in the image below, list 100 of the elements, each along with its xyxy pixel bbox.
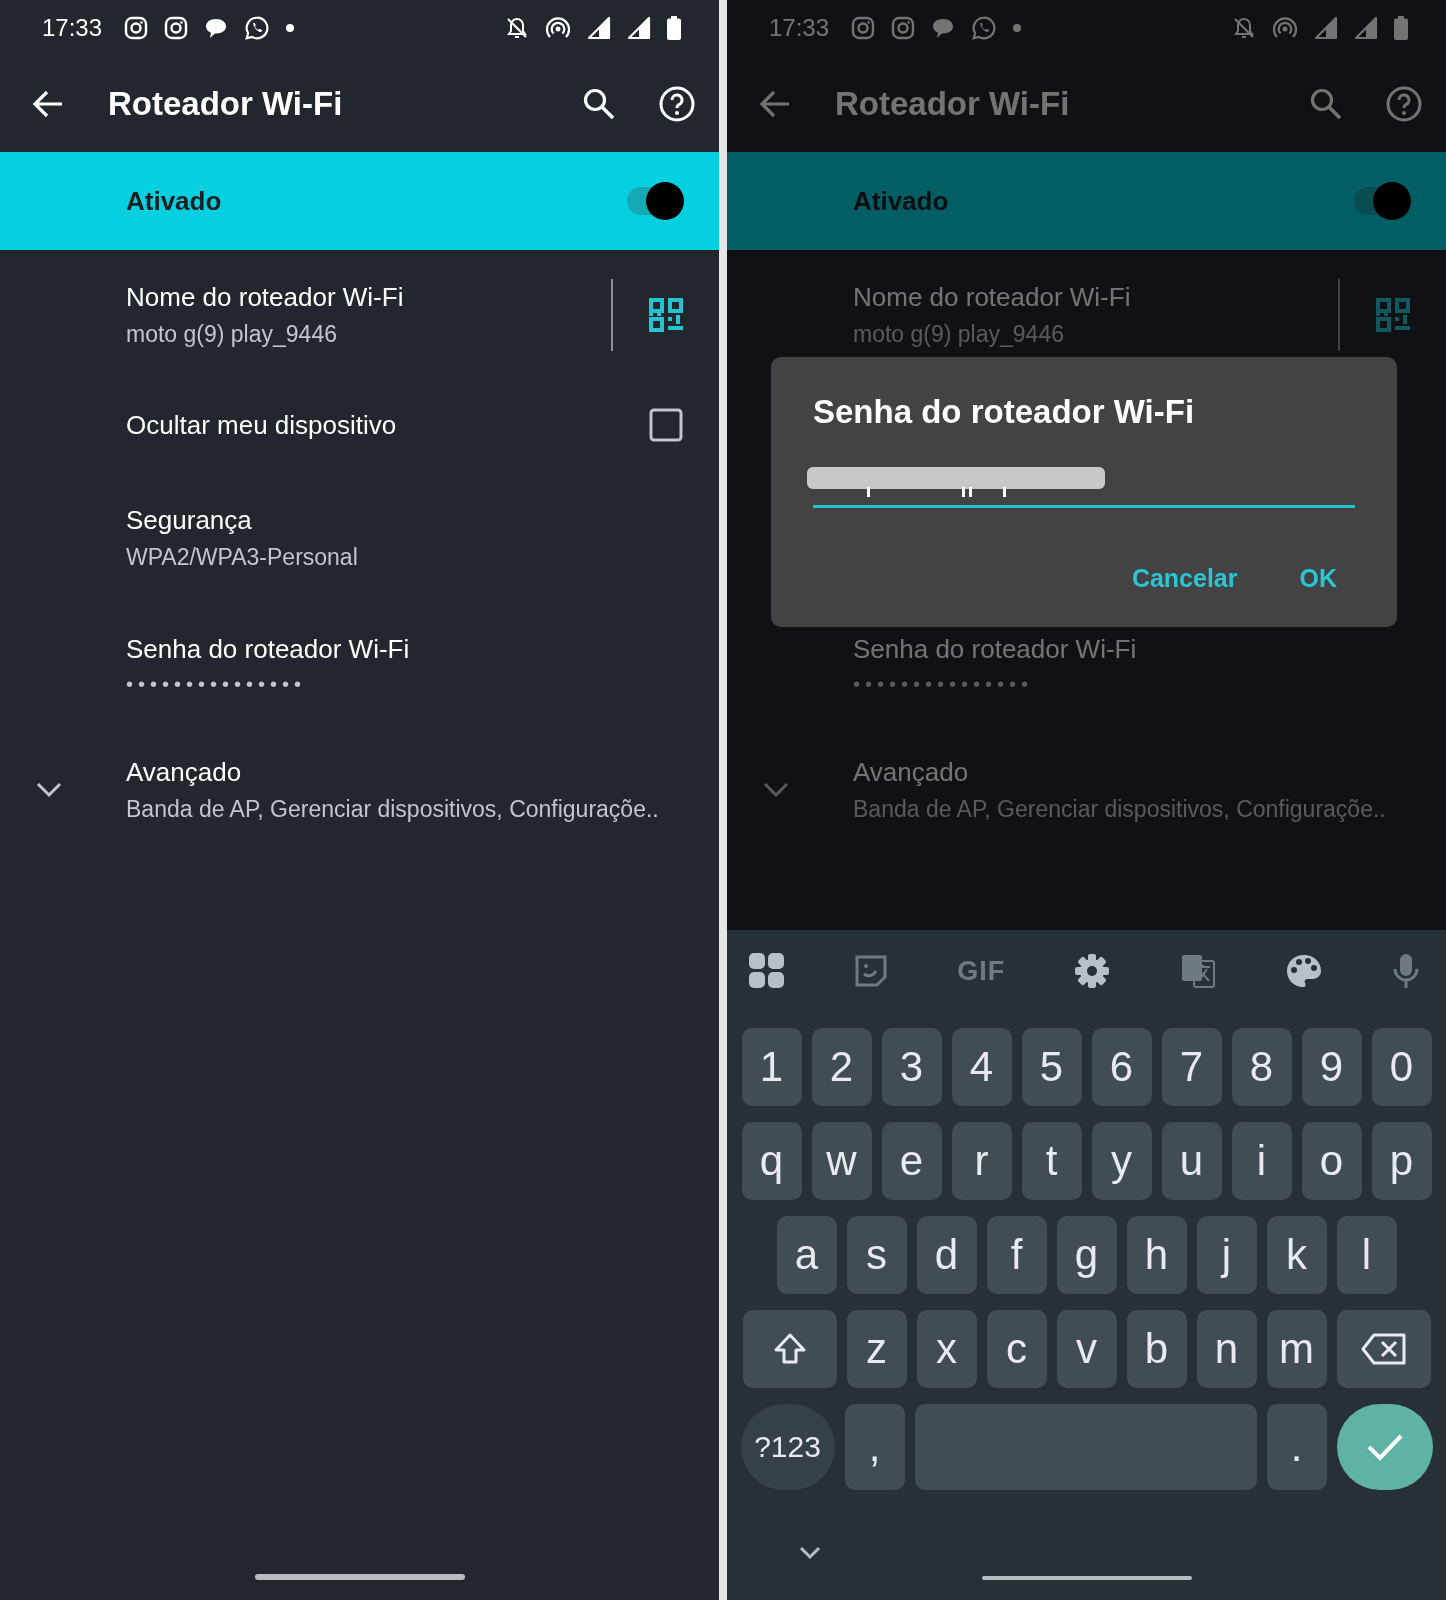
setting-title[interactable]: Nome do roteador Wi-Fi: [853, 282, 1318, 313]
keyboard-key[interactable]: u: [1161, 1122, 1222, 1200]
keyboard-key[interactable]: i: [1231, 1122, 1292, 1200]
keyboard-key[interactable]: 4: [951, 1028, 1012, 1106]
password-dots: •••••••••••••••: [126, 673, 308, 696]
camera-app-icon: [891, 16, 916, 40]
battery-icon: [667, 16, 681, 40]
setting-title[interactable]: Ocultar meu dispositivo: [126, 409, 649, 441]
keyboard-key[interactable]: 6: [1091, 1028, 1152, 1106]
setting-value: moto g(9) play_9446: [126, 321, 338, 348]
hotspot-icon: [1272, 16, 1298, 40]
screen-title: Roteador Wi-Fi: [108, 85, 344, 123]
keyboard-key[interactable]: d: [916, 1216, 977, 1294]
checkbox[interactable]: [649, 408, 683, 442]
keyboard-key[interactable]: y: [1091, 1122, 1152, 1200]
keyboard-key[interactable]: a: [776, 1216, 837, 1294]
signal-icon: [627, 16, 651, 40]
keyboard-key[interactable]: x: [916, 1310, 977, 1388]
translate-icon[interactable]: [1179, 953, 1216, 989]
keyboard-key[interactable]: n: [1196, 1310, 1257, 1388]
qr-code-icon[interactable]: [649, 298, 683, 332]
keyboard-key[interactable]: c: [986, 1310, 1047, 1388]
camera-app-icon: [851, 16, 876, 40]
keyboard-key[interactable]: 8: [1231, 1028, 1292, 1106]
dialog-title: Senha do roteador Wi-Fi: [813, 393, 1196, 431]
chat-bubble-icon: [931, 17, 956, 39]
keyboard-key[interactable]: 5: [1021, 1028, 1082, 1106]
keyboard-key[interactable]: 0: [1371, 1028, 1432, 1106]
chevron-down-icon[interactable]: [799, 1546, 821, 1560]
setting-title[interactable]: Senha do roteador Wi-Fi: [853, 634, 1410, 665]
keyboard-key[interactable]: b: [1126, 1310, 1187, 1388]
chat-bubble-icon: [204, 17, 229, 39]
setting-title[interactable]: Senha do roteador Wi-Fi: [126, 634, 683, 665]
phone-bubble-icon: [244, 15, 271, 41]
keyboard-key[interactable]: ,: [844, 1404, 905, 1490]
keyboard-key[interactable]: h: [1126, 1216, 1187, 1294]
setting-title[interactable]: Avançado: [126, 757, 683, 788]
keyboard-key[interactable]: o: [1301, 1122, 1362, 1200]
screen-title: Roteador Wi-Fi: [835, 85, 1071, 123]
setting-value: moto g(9) play_9446: [853, 321, 1065, 348]
keyboard-key[interactable]: v: [1056, 1310, 1117, 1388]
keyboard-key[interactable]: t: [1021, 1122, 1082, 1200]
battery-icon: [1394, 16, 1408, 40]
chevron-down-icon[interactable]: [36, 782, 62, 798]
keyboard-key[interactable]: r: [951, 1122, 1012, 1200]
keyboard-key[interactable]: l: [1336, 1216, 1397, 1294]
search-icon[interactable]: [583, 88, 615, 120]
keyboard-key[interactable]: z: [846, 1310, 907, 1388]
back-arrow-icon[interactable]: [32, 90, 64, 118]
signal-icon: [587, 16, 611, 40]
keyboard-key[interactable]: 1: [741, 1028, 802, 1106]
shift-key[interactable]: [742, 1310, 837, 1388]
help-icon[interactable]: [659, 86, 695, 122]
keyboard-key[interactable]: m: [1266, 1310, 1327, 1388]
keyboard-key[interactable]: p: [1371, 1122, 1432, 1200]
keyboard-key[interactable]: .: [1266, 1404, 1327, 1490]
settings-icon[interactable]: [1074, 953, 1111, 989]
setting-value: Banda de AP, Gerenciar dispositivos, Configuraçõe..: [126, 796, 660, 823]
switch-label: Ativado: [853, 185, 950, 217]
setting-value: Banda de AP, Gerenciar dispositivos, Configuraçõe..: [853, 796, 1387, 823]
apps-grid-icon[interactable]: [749, 953, 785, 989]
password-dots: •••••••••••••••: [853, 673, 1035, 696]
switch-label: Ativado: [126, 185, 223, 217]
phone-bubble-icon: [971, 15, 998, 41]
palette-icon[interactable]: [1284, 953, 1323, 989]
keyboard-key[interactable]: w: [811, 1122, 872, 1200]
status-time: 17:33: [769, 14, 830, 42]
sticker-icon[interactable]: [854, 954, 889, 988]
backspace-icon: [1360, 1332, 1407, 1366]
dialog-button[interactable]: OK: [1299, 564, 1337, 593]
keyboard-key[interactable]: j: [1196, 1216, 1257, 1294]
camera-app-icon: [124, 16, 149, 40]
keyboard-key[interactable]: q: [741, 1122, 802, 1200]
dot-icon: [1013, 24, 1022, 32]
dialog-button[interactable]: Cancelar: [1131, 564, 1238, 593]
setting-title[interactable]: Avançado: [853, 757, 1410, 788]
keyboard-key[interactable]: g: [1056, 1216, 1117, 1294]
status-time: 17:33: [42, 14, 103, 42]
signal-icon: [1314, 16, 1338, 40]
keyboard-key[interactable]: e: [881, 1122, 942, 1200]
keyboard-key[interactable]: 3: [881, 1028, 942, 1106]
keyboard-key[interactable]: 2: [811, 1028, 872, 1106]
bell-off-icon: [505, 16, 529, 40]
keyboard-key[interactable]: s: [846, 1216, 907, 1294]
hotspot-icon: [545, 16, 571, 40]
keyboard-key[interactable]: 9: [1301, 1028, 1362, 1106]
keyboard-key[interactable]: 7: [1161, 1028, 1222, 1106]
camera-app-icon: [164, 16, 189, 40]
setting-value: WPA2/WPA3-Personal: [126, 543, 359, 571]
symbols-key[interactable]: ?123: [740, 1404, 835, 1490]
keyboard-key[interactable]: f: [986, 1216, 1047, 1294]
backspace-key[interactable]: [1336, 1310, 1431, 1388]
shift-icon: [772, 1332, 807, 1366]
bell-off-icon: [1232, 16, 1256, 40]
microphone-icon[interactable]: [1391, 953, 1420, 989]
keyboard-key[interactable]: k: [1266, 1216, 1327, 1294]
setting-title[interactable]: Nome do roteador Wi-Fi: [126, 282, 591, 313]
setting-title[interactable]: Segurança: [126, 504, 683, 536]
dot-icon: [286, 24, 295, 32]
signal-icon: [1354, 16, 1378, 40]
